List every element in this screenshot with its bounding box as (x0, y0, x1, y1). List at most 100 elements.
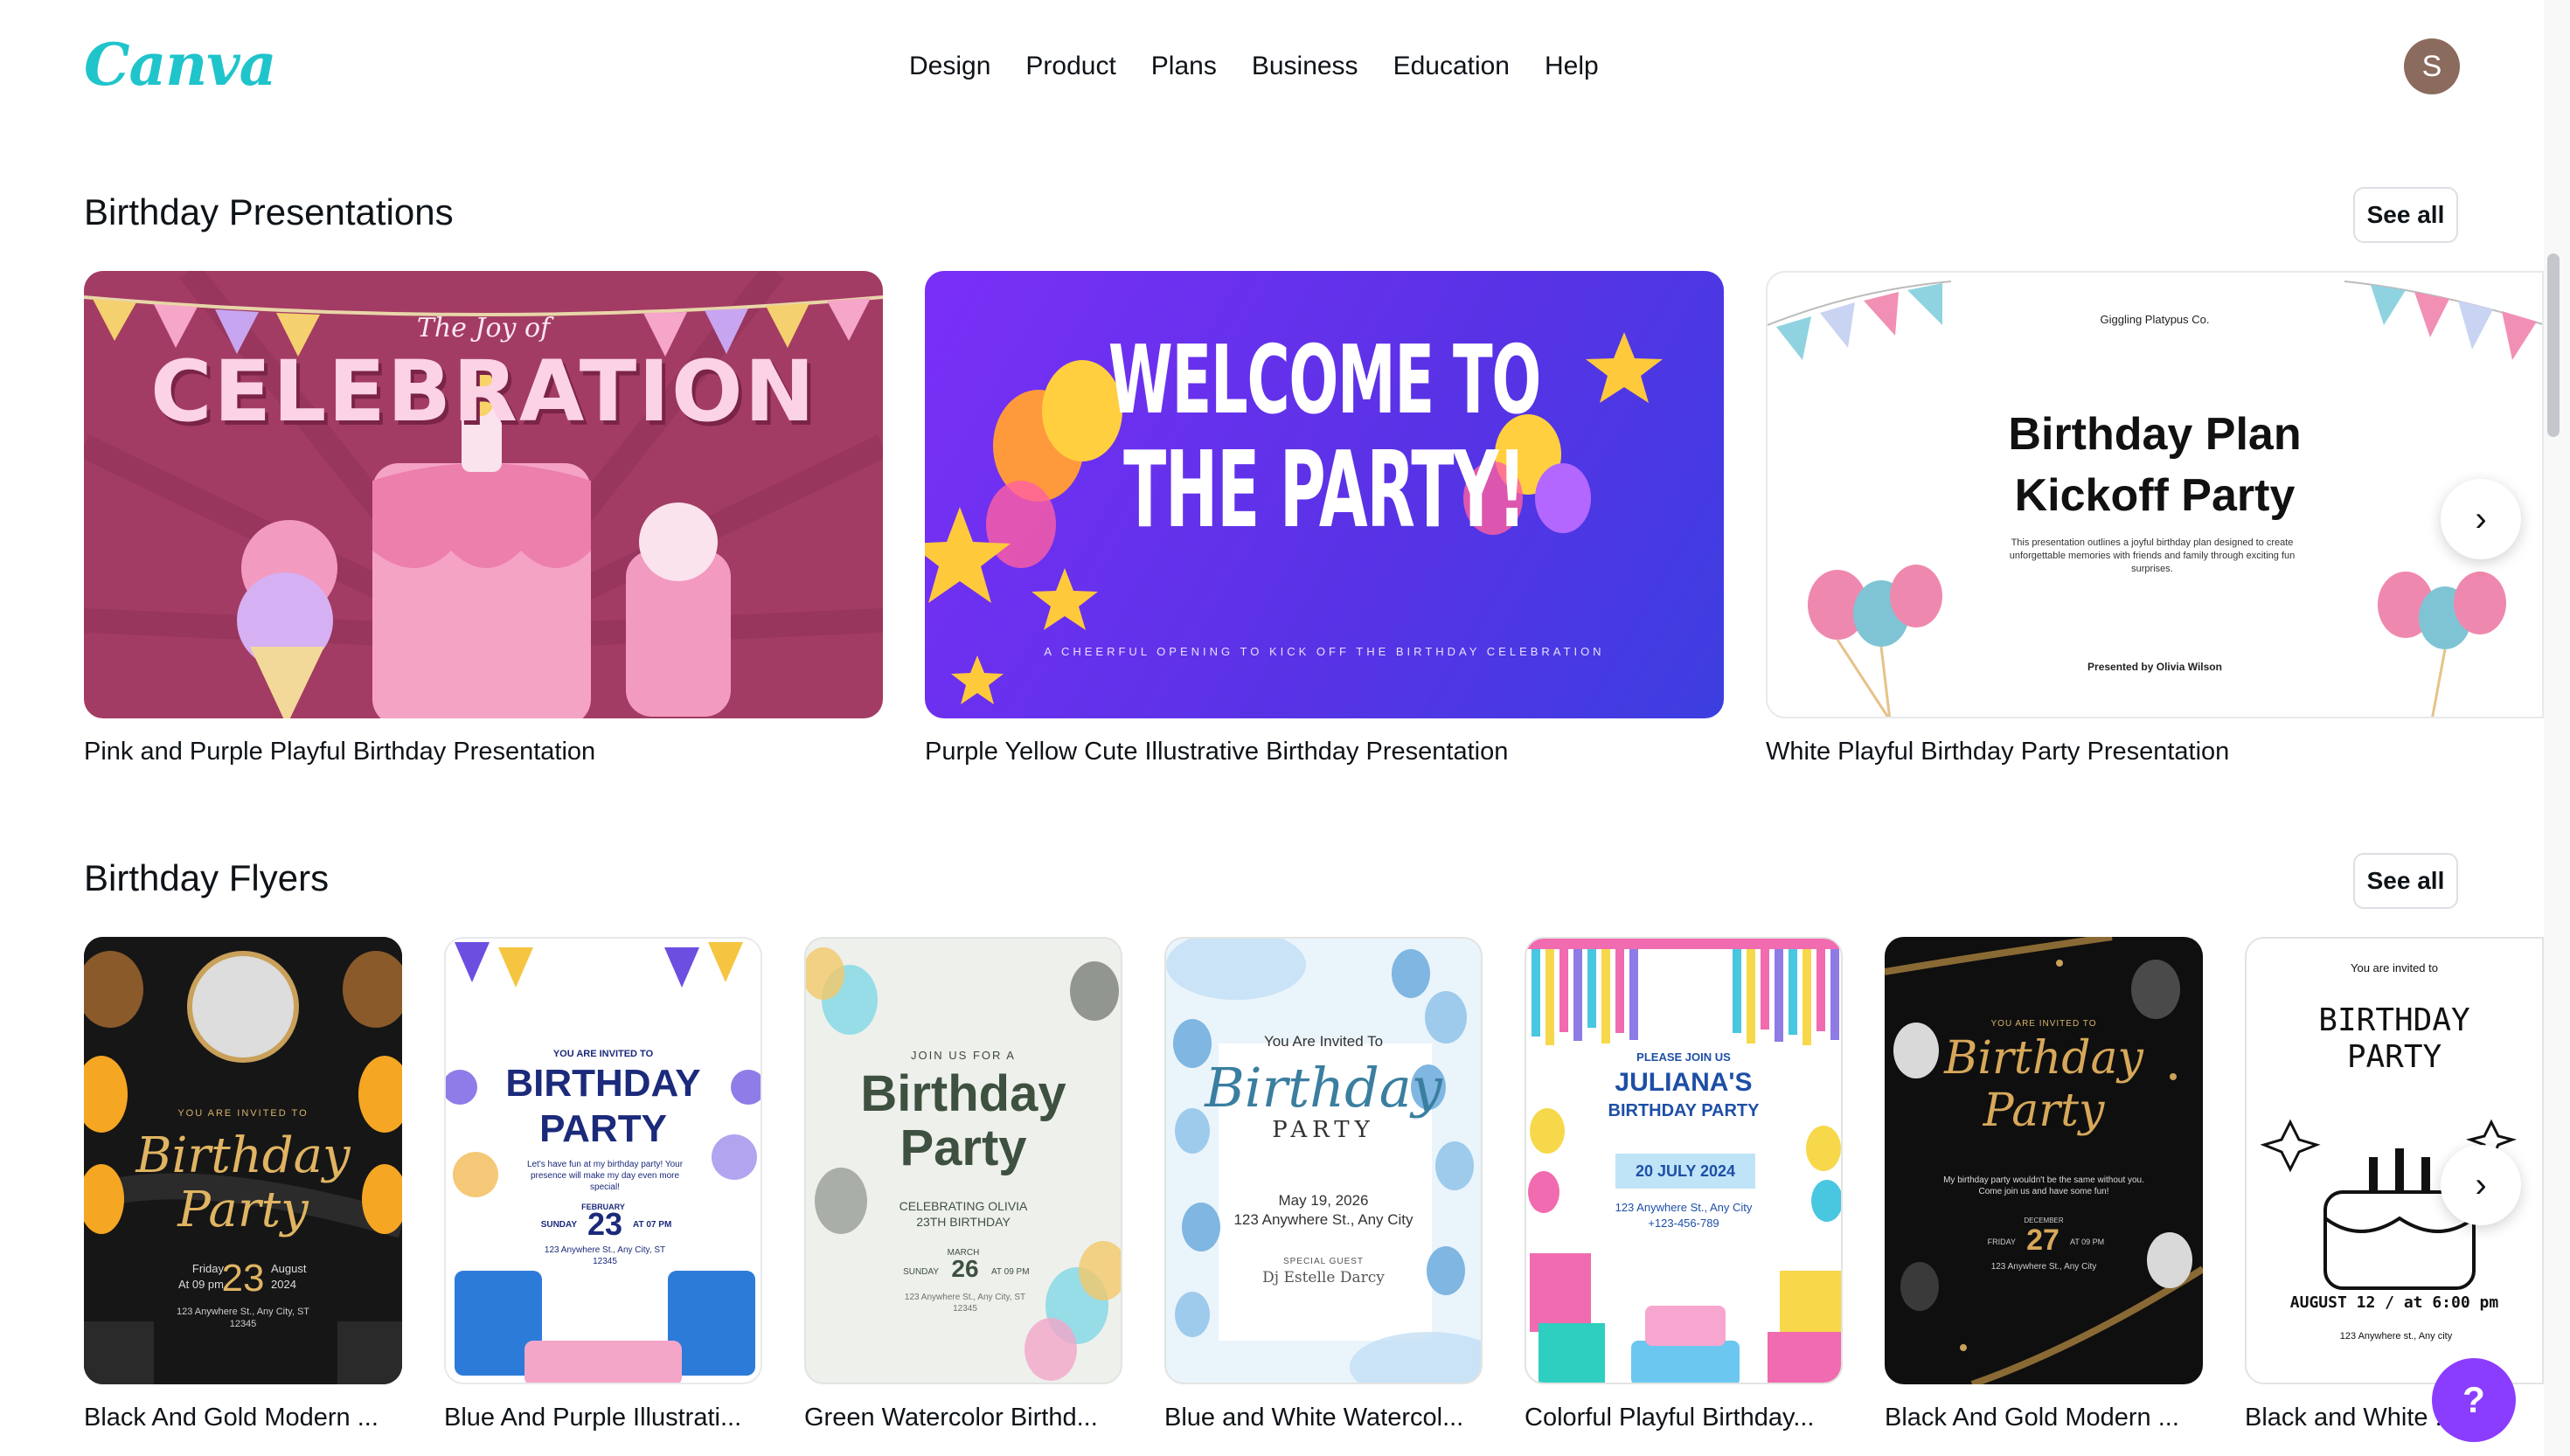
presentation-title-3[interactable]: White Playful Birthday Party Presentatio… (1766, 734, 2544, 769)
thumb-text: The Joy of (416, 313, 551, 343)
thumb-date: 23 (221, 1257, 265, 1300)
thumb-heading-2: Kickoff Party (2014, 470, 2296, 521)
blue-balloons-illustration (1166, 939, 1481, 1383)
see-all-presentations-button[interactable]: See all (2353, 187, 2458, 243)
thumb-time: AT 09 PM (2070, 1238, 2105, 1246)
silver-balloons-illustration (1885, 937, 2203, 1384)
thumb-heading-2: PARTY (2346, 1039, 2442, 1075)
thumb-heading: Birthday (1944, 1032, 2143, 1085)
flyer-thumb-6[interactable]: YOU ARE INVITED TO Birthday Party My bir… (1885, 937, 2203, 1384)
thumb-body: My birthday party wouldn't be the same w… (1943, 1175, 2144, 1196)
presentation-thumb-2[interactable]: WELCOME TO THE PARTY! A CHEERFUL OPENING… (925, 271, 1724, 718)
thumb-company: Giggling Platypus Co. (2100, 313, 2210, 326)
thumb-text: You are invited to (2351, 961, 2438, 974)
thumb-guest: Dj Estelle Darcy (1262, 1269, 1385, 1286)
scrollbar-track[interactable] (2544, 0, 2570, 1456)
thumb-date: 23 (587, 1206, 623, 1242)
presentation-title-1[interactable]: Pink and Purple Playful Birthday Present… (84, 734, 883, 769)
thumb-address: 123 Anywhere St., Any City, ST 12345 (904, 1293, 1026, 1314)
thumb-heading: BIRTHDAY (2318, 1002, 2470, 1038)
presentation-thumb-3[interactable]: Giggling Platypus Co. Birthday Plan Kick… (1766, 271, 2544, 718)
thumb-date: May 19, 2026 (1278, 1192, 1369, 1209)
nav-plans[interactable]: Plans (1151, 45, 1217, 87)
thumb-date: AUGUST 12 / at 6:00 pm (2289, 1293, 2499, 1312)
thumb-heading: BIRTHDAY (505, 1062, 701, 1105)
help-button[interactable]: ? (2432, 1358, 2516, 1442)
nav-design[interactable]: Design (909, 45, 990, 87)
flyer-title-5[interactable]: Colorful Playful Birthday... (1525, 1400, 1843, 1435)
chevron-right-icon: › (2475, 1166, 2487, 1204)
flyer-thumb-3[interactable]: JOIN US FOR A Birthday Party CELEBRATING… (804, 937, 1122, 1384)
main-nav: Design Product Plans Business Education … (909, 45, 1599, 87)
thumb-heading: Birthday (860, 1065, 1066, 1122)
flyer-title-6[interactable]: Black And Gold Modern ... (1885, 1400, 2203, 1435)
canva-logo[interactable]: Canva (84, 30, 276, 100)
thumb-heading-2: Party (177, 1182, 309, 1238)
flyer-thumb-5[interactable]: PLEASE JOIN US JULIANA'S BIRTHDAY PARTY … (1525, 937, 1843, 1384)
flyer-title-1[interactable]: Black And Gold Modern ... (84, 1400, 402, 1435)
nav-education[interactable]: Education (1393, 45, 1510, 87)
thumb-heading-2: BIRTHDAY PARTY (1608, 1101, 1760, 1120)
thumb-address: 123 Anywhere St., Any City (1615, 1201, 1753, 1214)
thumb-text: YOU ARE INVITED TO (1990, 1019, 2097, 1029)
nav-help[interactable]: Help (1545, 45, 1599, 87)
thumb-text: YOU ARE INVITED TO (177, 1108, 309, 1119)
thumb-time: AT 09 PM (991, 1267, 1030, 1277)
thumb-heading-2: Party (1983, 1085, 2105, 1137)
nav-product[interactable]: Product (1025, 45, 1115, 87)
nav-business[interactable]: Business (1252, 45, 1358, 87)
thumb-year: 2024 (271, 1278, 296, 1291)
thumb-day: SUNDAY (540, 1220, 577, 1230)
thumb-address: 123 Anywhere St., Any City (1990, 1262, 2097, 1272)
thumb-day: FRIDAY (1987, 1238, 2016, 1246)
flyer-title-3[interactable]: Green Watercolor Birthd... (804, 1400, 1122, 1435)
flyers-next-button[interactable]: › (2441, 1145, 2521, 1225)
thumb-guest-label: SPECIAL GUEST (1282, 1257, 1365, 1266)
thumb-time: At 09 pm (177, 1278, 224, 1291)
thumb-address: 123 Anywhere St., Any City, ST 12345 (176, 1307, 310, 1329)
thumb-presenter: Presented by Olivia Wilson (2087, 661, 2222, 673)
thumb-date: 27 (2026, 1224, 2059, 1257)
thumb-text: YOU ARE INVITED TO (552, 1049, 654, 1059)
thumb-body: Let's have fun at my birthday party! You… (526, 1160, 684, 1192)
thumb-heading: JULIANA'S (1615, 1068, 1753, 1097)
section-title-presentations: Birthday Presentations (84, 191, 454, 232)
thumb-heading-2: Party (900, 1120, 1027, 1176)
flyer-thumb-4[interactable]: You Are Invited To Birthday PARTY May 19… (1164, 937, 1483, 1384)
thumb-heading-2: THE PARTY! (1123, 430, 1526, 551)
thumb-address: 123 Anywhere St., Any City (1233, 1211, 1414, 1228)
thumb-subtitle: CELEBRATING OLIVIA (899, 1199, 1028, 1213)
thumb-address: 123 Anywhere St., Any City, ST 12345 (544, 1245, 666, 1266)
thumb-subtitle-2: 23TH BIRTHDAY (916, 1215, 1011, 1229)
presentations-next-button[interactable]: › (2441, 479, 2521, 559)
flyer-thumb-1[interactable]: YOU ARE INVITED TO Birthday Party Friday… (84, 937, 402, 1384)
flyer-thumb-2[interactable]: YOU ARE INVITED TO BIRTHDAY PARTY Let's … (444, 937, 762, 1384)
thumb-day: SUNDAY (903, 1267, 939, 1277)
thumb-time: AT 07 PM (633, 1220, 672, 1230)
flyer-title-4[interactable]: Blue and White Watercol... (1164, 1400, 1483, 1435)
thumb-heading: Birthday Plan (2008, 409, 2302, 460)
avatar[interactable]: S (2404, 38, 2460, 94)
thumb-heading-2: PARTY (1272, 1117, 1375, 1143)
see-all-flyers-button[interactable]: See all (2353, 853, 2458, 909)
thumb-heading-2: PARTY (539, 1107, 667, 1150)
presentation-thumb-1[interactable]: The Joy of CELEBRATION (84, 271, 883, 718)
section-title-flyers: Birthday Flyers (84, 857, 330, 898)
thumb-tagline: A CHEERFUL OPENING TO KICK OFF THE BIRTH… (1044, 645, 1605, 658)
thumb-text: JOIN US FOR A (911, 1049, 1016, 1062)
thumb-date: 26 (951, 1255, 979, 1282)
flyer-title-2[interactable]: Blue And Purple Illustrati... (444, 1400, 762, 1435)
thumb-heading: CELEBRATION (150, 343, 816, 440)
thumb-address: 123 Anywhere st., Any city (2339, 1331, 2453, 1342)
thumb-day: Friday (191, 1262, 224, 1275)
presentation-title-2[interactable]: Purple Yellow Cute Illustrative Birthday… (925, 734, 1724, 769)
thumb-month: August (271, 1262, 307, 1275)
thumb-phone: +123-456-789 (1648, 1217, 1719, 1230)
thumb-description: This presentation outlines a joyful birt… (2009, 537, 2296, 574)
chevron-right-icon: › (2475, 500, 2487, 538)
thumb-text: PLEASE JOIN US (1636, 1050, 1731, 1064)
thumb-heading: Birthday (135, 1127, 351, 1184)
scrollbar-thumb[interactable] (2547, 253, 2560, 437)
thumb-heading: Birthday (1205, 1056, 1442, 1120)
thumb-heading: WELCOME TO (1108, 326, 1541, 435)
